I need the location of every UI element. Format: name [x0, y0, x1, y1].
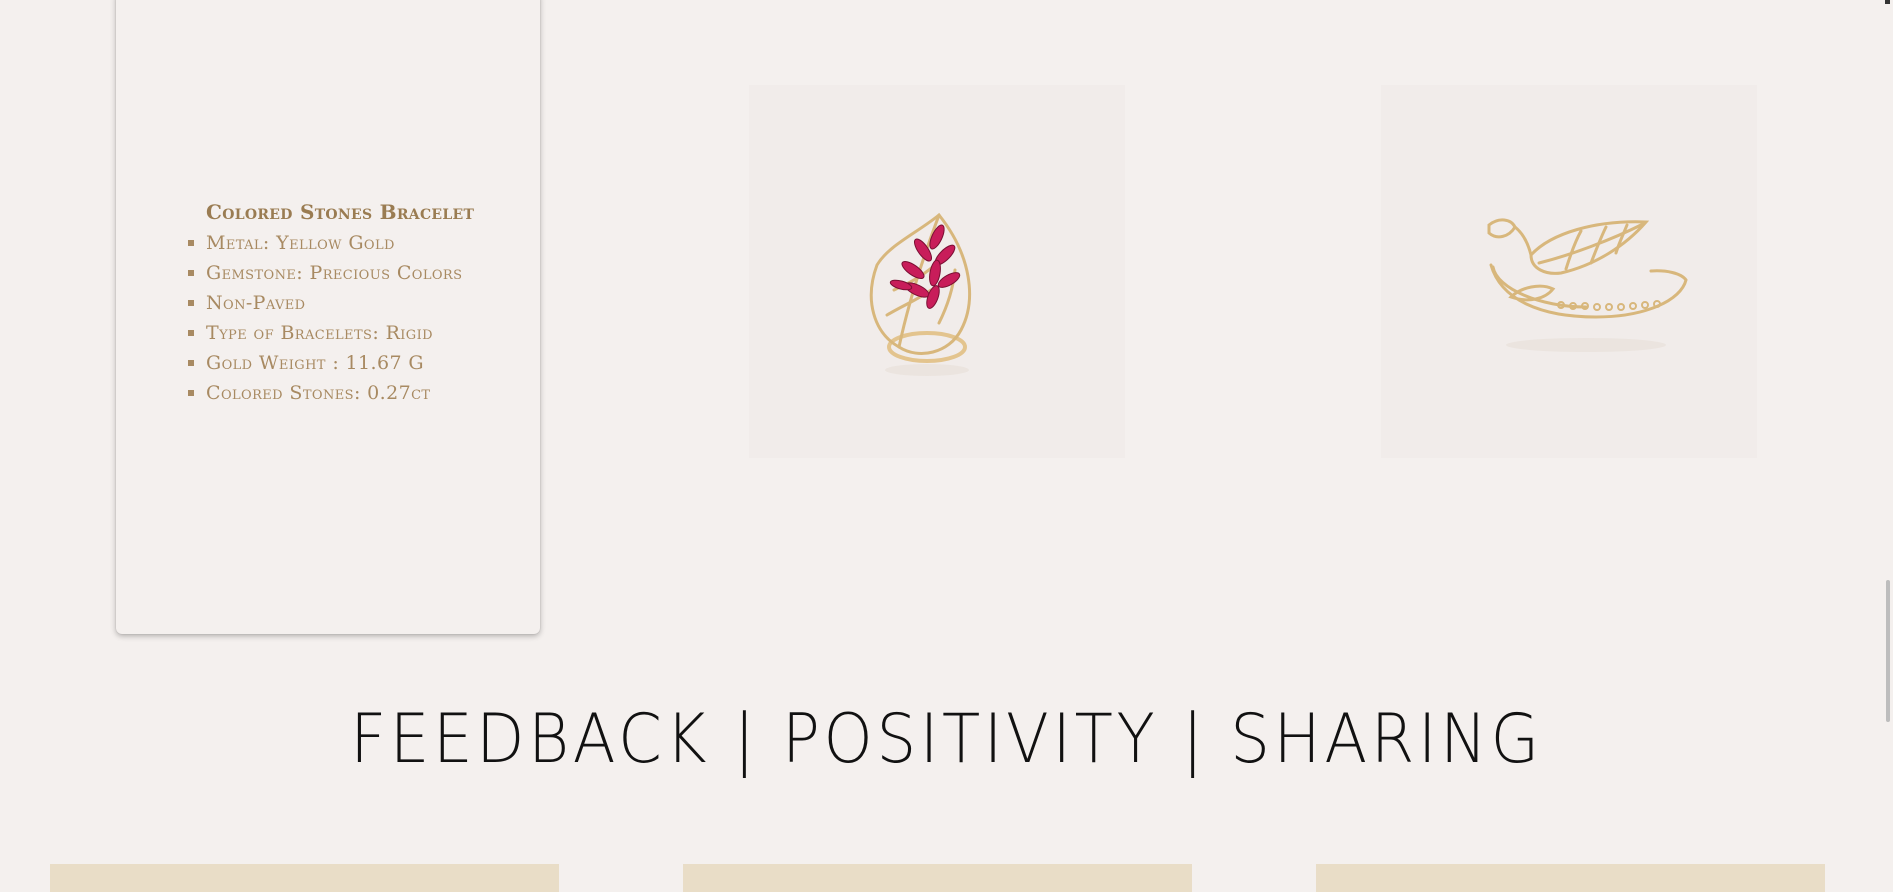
spec-item-gemstone: Gemstone: Precious Colors — [188, 258, 462, 288]
spec-item-paving: Non-Paved — [188, 288, 462, 318]
product-image-bracelet[interactable] — [1381, 85, 1757, 458]
spec-item-label: Non-Paved — [206, 292, 306, 314]
leaf-bracelet-icon — [1487, 218, 1688, 352]
spec-item-label: Type of Bracelets: Rigid — [206, 322, 433, 344]
spec-item-label: Gemstone: Precious Colors — [206, 262, 463, 284]
spec-title: Colored Stones Bracelet — [206, 200, 475, 224]
spec-item-gold-weight: Gold Weight : 11.67 G — [188, 348, 462, 378]
spec-item-label: Colored Stones: 0.27ct — [206, 382, 431, 404]
scrollbar-thumb[interactable] — [1886, 580, 1890, 722]
feedback-card[interactable] — [50, 864, 559, 892]
bullet-icon — [188, 270, 194, 276]
bullet-icon — [188, 390, 194, 396]
spec-item-label: Gold Weight : 11.67 G — [206, 352, 424, 374]
section-title: FEEDBACK | POSITIVITY | SHARING — [350, 700, 1543, 779]
spec-item-metal: Metal: Yellow Gold — [188, 228, 462, 258]
product-image-ring[interactable] — [749, 85, 1125, 458]
leaf-ring-icon — [869, 212, 972, 376]
spec-item-bracelet-type: Type of Bracelets: Rigid — [188, 318, 462, 348]
spec-item-colored-stones: Colored Stones: 0.27ct — [188, 378, 462, 408]
page: Colored Stones Bracelet Metal: Yellow Go… — [0, 0, 1893, 892]
bullet-icon — [188, 240, 194, 246]
bullet-icon — [188, 300, 194, 306]
scrollbar-arrow-icon[interactable] — [1885, 0, 1890, 4]
bullet-icon — [188, 330, 194, 336]
feedback-card[interactable] — [1316, 864, 1825, 892]
feedback-card[interactable] — [683, 864, 1192, 892]
spec-item-label: Metal: Yellow Gold — [206, 232, 395, 254]
bullet-icon — [188, 360, 194, 366]
spec-list: Metal: Yellow Gold Gemstone: Precious Co… — [188, 228, 462, 408]
